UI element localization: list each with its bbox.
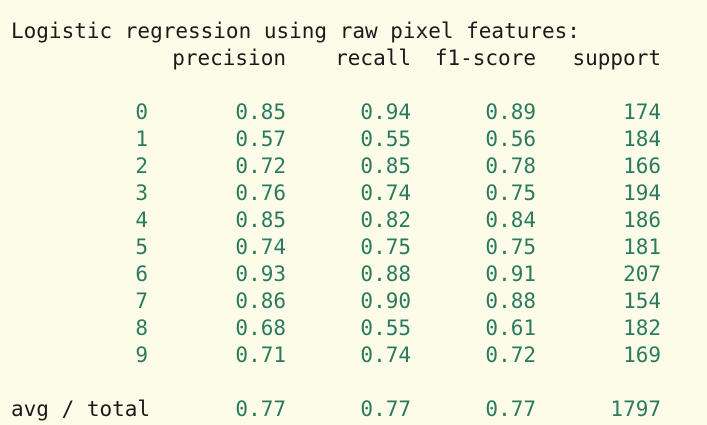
avg-recall-value: 0.77 — [360, 397, 411, 421]
recall-value: 0.55 — [360, 127, 411, 151]
support-value: 207 — [623, 262, 661, 286]
precision-value: 0.71 — [235, 343, 286, 367]
support-value: 166 — [623, 154, 661, 178]
avg-f1-value: 0.77 — [485, 397, 536, 421]
avg-precision-value: 0.77 — [235, 397, 286, 421]
table-row: 1 0.57 0.55 0.56 184 — [0, 126, 707, 153]
class-label: 4 — [135, 208, 148, 232]
recall-value: 0.82 — [360, 208, 411, 232]
header-recall: recall — [335, 46, 411, 70]
table-row: 2 0.72 0.85 0.78 166 — [0, 153, 707, 180]
precision-value: 0.76 — [235, 181, 286, 205]
header-row: precision recall f1-score support — [0, 45, 707, 72]
precision-value: 0.68 — [235, 316, 286, 340]
header-support: support — [572, 46, 661, 70]
f1-value: 0.75 — [485, 235, 536, 259]
class-label: 5 — [135, 235, 148, 259]
precision-value: 0.85 — [235, 208, 286, 232]
avg-support-value: 1797 — [610, 397, 661, 421]
support-value: 181 — [623, 235, 661, 259]
class-label: 0 — [135, 100, 148, 124]
f1-value: 0.56 — [485, 127, 536, 151]
class-label: 6 — [135, 262, 148, 286]
table-row: 0 0.85 0.94 0.89 174 — [0, 99, 707, 126]
avg-total-label: avg / total — [11, 397, 151, 421]
recall-value: 0.88 — [360, 262, 411, 286]
f1-value: 0.61 — [485, 316, 536, 340]
support-value: 186 — [623, 208, 661, 232]
support-value: 194 — [623, 181, 661, 205]
class-label: 2 — [135, 154, 148, 178]
recall-value: 0.74 — [360, 181, 411, 205]
recall-value: 0.55 — [360, 316, 411, 340]
classification-report-output: Logistic regression using raw pixel feat… — [0, 0, 707, 425]
recall-value: 0.94 — [360, 100, 411, 124]
f1-value: 0.84 — [485, 208, 536, 232]
precision-value: 0.85 — [235, 100, 286, 124]
table-row: 9 0.71 0.74 0.72 169 — [0, 342, 707, 369]
table-row: 3 0.76 0.74 0.75 194 — [0, 180, 707, 207]
precision-value: 0.93 — [235, 262, 286, 286]
class-label: 8 — [135, 316, 148, 340]
support-value: 169 — [623, 343, 661, 367]
header-f1-score: f1-score — [434, 46, 536, 70]
table-row: 6 0.93 0.88 0.91 207 — [0, 261, 707, 288]
support-value: 154 — [623, 289, 661, 313]
f1-value: 0.72 — [485, 343, 536, 367]
support-value: 174 — [623, 100, 661, 124]
table-row: 5 0.74 0.75 0.75 181 — [0, 234, 707, 261]
table-row: 8 0.68 0.55 0.61 182 — [0, 315, 707, 342]
report-title: Logistic regression using raw pixel feat… — [11, 19, 580, 43]
precision-value: 0.86 — [235, 289, 286, 313]
class-label: 3 — [135, 181, 148, 205]
f1-value: 0.88 — [485, 289, 536, 313]
recall-value: 0.74 — [360, 343, 411, 367]
class-label: 7 — [135, 289, 148, 313]
class-label: 9 — [135, 343, 148, 367]
f1-value: 0.75 — [485, 181, 536, 205]
class-label: 1 — [135, 127, 148, 151]
table-row: 4 0.85 0.82 0.84 186 — [0, 207, 707, 234]
header-precision: precision — [172, 46, 286, 70]
precision-value: 0.57 — [235, 127, 286, 151]
table-row: 7 0.86 0.90 0.88 154 — [0, 288, 707, 315]
f1-value: 0.89 — [485, 100, 536, 124]
recall-value: 0.85 — [360, 154, 411, 178]
recall-value: 0.90 — [360, 289, 411, 313]
support-value: 182 — [623, 316, 661, 340]
f1-value: 0.78 — [485, 154, 536, 178]
precision-value: 0.74 — [235, 235, 286, 259]
recall-value: 0.75 — [360, 235, 411, 259]
f1-value: 0.91 — [485, 262, 536, 286]
support-value: 184 — [623, 127, 661, 151]
precision-value: 0.72 — [235, 154, 286, 178]
avg-total-row: avg / total 0.77 0.77 0.77 1797 — [0, 396, 707, 423]
